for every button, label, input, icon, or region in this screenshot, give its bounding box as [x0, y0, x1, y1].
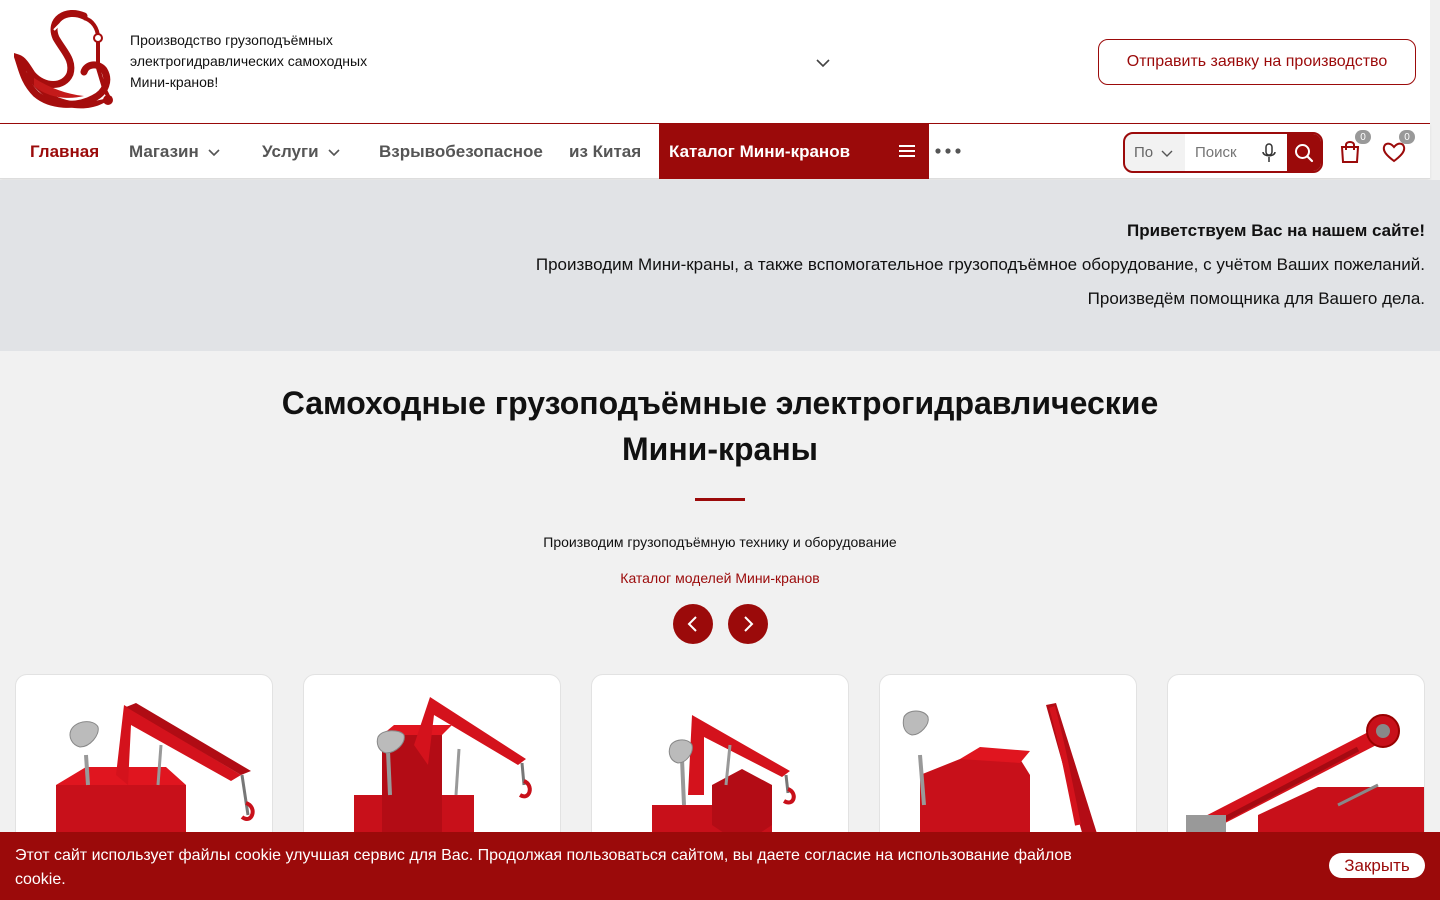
search-scope-select[interactable]: По [1125, 134, 1185, 171]
nav-catalog-label: Каталог Мини-кранов [669, 141, 851, 161]
cart-icon[interactable] [1338, 140, 1362, 164]
cookie-text: Этот сайт использует файлы cookie улучша… [15, 847, 1072, 888]
section-divider [695, 498, 745, 501]
welcome-banner: Приветствуем Вас на нашем сайте! Произво… [0, 180, 1440, 351]
search-box: По [1123, 132, 1323, 173]
section-title: Самоходные грузоподъёмные электрогидравл… [220, 380, 1220, 472]
heart-icon[interactable] [1382, 140, 1406, 164]
search-scope-value: По [1134, 144, 1154, 161]
cookie-close-button[interactable]: Закрыть [1329, 853, 1425, 878]
welcome-heading: Приветствуем Вас на нашем сайте! [1127, 221, 1425, 240]
nav-item-explosion-proof[interactable]: Взрывобезопасное [379, 124, 543, 179]
swan-logo[interactable] [14, 8, 116, 114]
hamburger-menu-icon [899, 145, 915, 157]
chevron-down-icon [208, 148, 220, 156]
chevron-down-icon [1161, 150, 1173, 157]
scrollbar[interactable] [1430, 0, 1440, 180]
site-tagline: Производство грузоподъёмных электрогидра… [130, 32, 368, 90]
welcome-text: Произведём помощника для Вашего дела. [1087, 289, 1425, 308]
nav-item-home[interactable]: Главная [30, 124, 99, 179]
catalog-models-link[interactable]: Каталог моделей Мини-кранов [420, 570, 1020, 586]
nav-item-label: из Китая [569, 141, 642, 161]
site-header: Производство грузоподъёмных электрогидра… [0, 0, 1430, 124]
nav-item-label: Главная [30, 141, 100, 161]
welcome-text: Производим Мини-краны, а также вспомогат… [535, 255, 1425, 274]
favorites-count-badge: 0 [1399, 130, 1415, 144]
chevron-down-icon [327, 148, 340, 156]
nav-item-china[interactable]: из Китая [569, 124, 641, 179]
more-dots-icon[interactable] [935, 146, 961, 156]
nav-catalog-button[interactable]: Каталог Мини-кранов [659, 124, 929, 179]
request-production-button[interactable]: Отправить заявку на производство [1098, 39, 1416, 85]
section-title-line: Мини-краны [622, 431, 818, 467]
nav-item-label: Взрывобезопасное [379, 141, 543, 161]
carousel-next-button[interactable] [728, 604, 768, 644]
section-subtitle: Производим грузоподъёмную технику и обор… [543, 534, 897, 550]
arrow-right-icon [744, 616, 754, 632]
chevron-down-icon[interactable] [814, 54, 832, 72]
nav-item-label: Услуги [262, 141, 319, 161]
section-title-line: Самоходные грузоподъёмные электрогидравл… [281, 385, 1159, 421]
cookie-banner: Этот сайт использует файлы cookie улучша… [0, 832, 1440, 900]
microphone-icon[interactable] [1261, 143, 1277, 163]
search-button[interactable] [1287, 134, 1321, 171]
carousel-prev-button[interactable] [673, 604, 713, 644]
search-icon [1295, 143, 1314, 162]
nav-item-services[interactable]: Услуги [262, 124, 341, 179]
main-nav: Главная Магазин Услуги Взрывобезопасное … [0, 124, 1430, 179]
cart-count-badge: 0 [1355, 130, 1371, 144]
nav-item-shop[interactable]: Магазин [129, 124, 221, 179]
arrow-left-icon [687, 616, 697, 632]
nav-item-label: Магазин [129, 141, 199, 161]
